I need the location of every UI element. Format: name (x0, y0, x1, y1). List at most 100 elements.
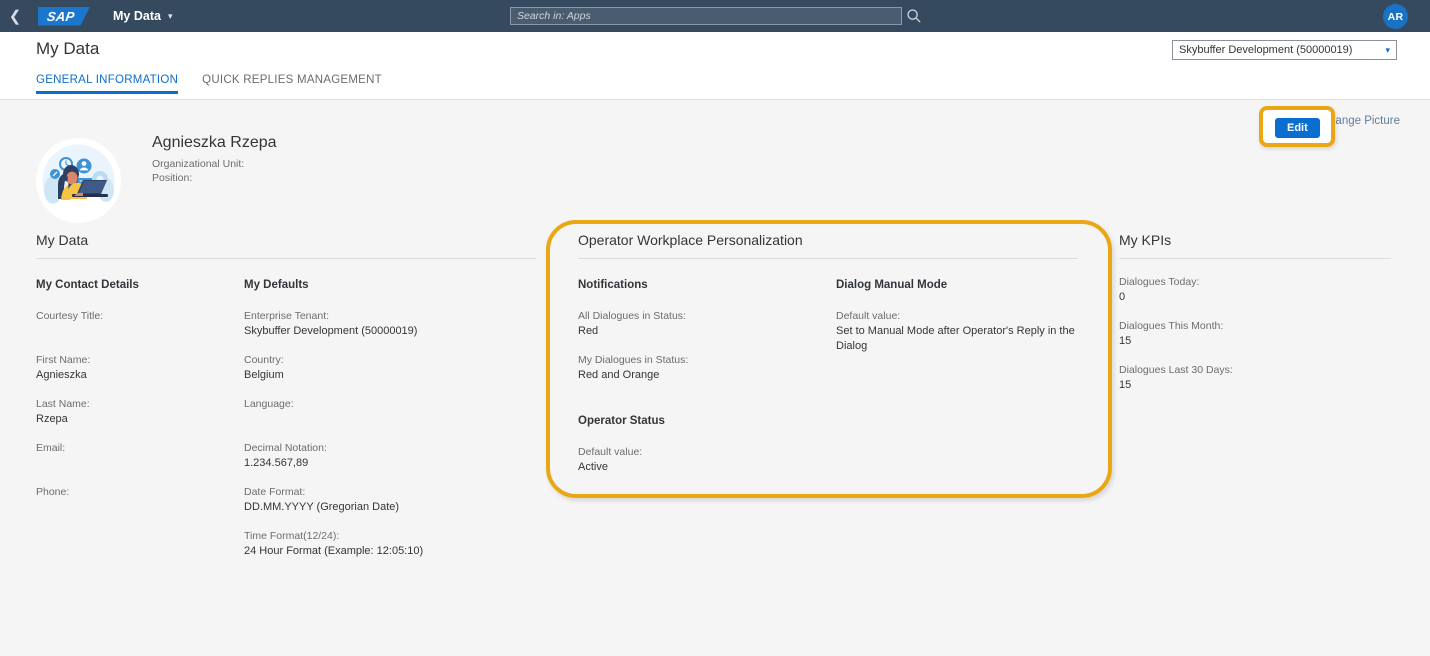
field-email: Email: (36, 441, 244, 471)
my-defaults-column: My Defaults Enterprise Tenant: Skybuffer… (244, 279, 504, 573)
field-all-dialogues-status: All Dialogues in Status: Red (578, 309, 836, 339)
operator-illustration-avatar[interactable] (36, 138, 121, 223)
tab-general-information[interactable]: GENERAL INFORMATION (36, 74, 179, 94)
kpi-label: Dialogues Today: (1119, 276, 1200, 288)
field-decimal-notation: Decimal Notation: 1.234.567,89 (244, 441, 504, 471)
my-kpis-section-title: My KPIs (1119, 232, 1172, 248)
kpi-dialogues-last-30-days: Dialogues Last 30 Days: 15 (1119, 363, 1391, 393)
tab-general-information-label: GENERAL INFORMATION (36, 74, 179, 86)
search-icon[interactable] (906, 8, 922, 24)
field-label: Courtesy Title: (36, 310, 104, 322)
field-value (36, 456, 244, 471)
field-country: Country: Belgium (244, 353, 504, 383)
field-time-format: Time Format(12/24): 24 Hour Format (Exam… (244, 529, 504, 559)
tab-bar: GENERAL INFORMATION QUICK REPLIES MANAGE… (36, 74, 382, 94)
operator-workplace-section: Operator Workplace Personalization Notif… (578, 232, 1078, 489)
chevron-down-icon: ▾ (1385, 44, 1390, 55)
field-label: Phone: (36, 486, 70, 498)
search-input[interactable] (510, 7, 902, 25)
field-label: Enterprise Tenant: (244, 310, 330, 322)
kpi-dialogues-today: Dialogues Today: 0 (1119, 275, 1391, 305)
kpi-label: Dialogues Last 30 Days: (1119, 364, 1233, 376)
profile-name: Agnieszka Rzepa (152, 134, 277, 151)
kpi-label: Dialogues This Month: (1119, 320, 1224, 332)
operator-section-title: Operator Workplace Personalization (578, 232, 803, 248)
field-value: Red and Orange (578, 369, 660, 381)
tab-quick-replies-management[interactable]: QUICK REPLIES MANAGEMENT (202, 74, 382, 94)
field-label: My Dialogues in Status: (578, 354, 689, 366)
field-value (244, 412, 504, 427)
profile-org-unit-label: Organizational Unit: (152, 158, 245, 170)
field-my-dialogues-status: My Dialogues in Status: Red and Orange (578, 353, 836, 383)
kpi-dialogues-this-month: Dialogues This Month: 15 (1119, 319, 1391, 349)
field-value: Active (578, 461, 608, 473)
app-title-menu[interactable]: My Data ▾ (113, 9, 172, 23)
field-phone: Phone: (36, 485, 244, 515)
field-value: 1.234.567,89 (244, 457, 309, 469)
tenant-select[interactable]: Skybuffer Development (50000019) ▾ (1172, 40, 1397, 60)
dialog-manual-mode-heading: Dialog Manual Mode (836, 279, 948, 291)
edit-button-highlight: Edit (1259, 106, 1335, 147)
field-label: All Dialogues in Status: (578, 310, 686, 322)
field-courtesy-title: Courtesy Title: (36, 309, 244, 339)
page-title-bar: My Data Skybuffer Development (50000019)… (0, 32, 1430, 100)
kpi-value: 0 (1119, 291, 1126, 303)
field-label: Decimal Notation: (244, 442, 327, 454)
my-data-section: My Data My Contact Details Courtesy Titl… (36, 232, 536, 573)
field-enterprise-tenant: Enterprise Tenant: Skybuffer Development… (244, 309, 504, 339)
field-value: Red (578, 325, 599, 337)
field-last-name: Last Name: Rzepa (36, 397, 244, 427)
kpi-value: 15 (1119, 335, 1132, 347)
kpi-value: 15 (1119, 379, 1132, 391)
profile-position-label: Position: (152, 172, 193, 184)
field-value: Belgium (244, 369, 284, 381)
page-title: My Data (36, 39, 100, 58)
field-date-format: Date Format: DD.MM.YYYY (Gregorian Date) (244, 485, 504, 515)
field-label: Country: (244, 354, 284, 366)
notifications-column: Notifications All Dialogues in Status: R… (578, 279, 836, 489)
field-label: Email: (36, 442, 66, 454)
field-label: Time Format(12/24): (244, 530, 340, 542)
field-value: Rzepa (36, 413, 68, 425)
my-kpis-section: My KPIs Dialogues Today: 0 Dialogues Thi… (1119, 232, 1391, 407)
my-contact-details-heading: My Contact Details (36, 279, 139, 291)
field-dialog-manual-mode-default: Default value: Set to Manual Mode after … (836, 309, 1078, 354)
field-label: Default value: (836, 310, 901, 322)
tenant-select-value: Skybuffer Development (50000019) (1179, 44, 1353, 56)
sap-logo[interactable]: SAP (38, 6, 90, 26)
my-data-section-title: My Data (36, 232, 89, 248)
field-label: Default value: (578, 446, 643, 458)
field-value: Agnieszka (36, 369, 87, 381)
tab-quick-replies-management-label: QUICK REPLIES MANAGEMENT (202, 74, 382, 86)
operator-status-heading: Operator Status (578, 415, 665, 427)
app-title-label: My Data (113, 9, 161, 23)
field-first-name: First Name: Agnieszka (36, 353, 244, 383)
back-icon[interactable]: ❮ (0, 0, 30, 32)
avatar[interactable]: AR (1383, 4, 1408, 29)
notifications-heading: Notifications (578, 279, 648, 291)
edit-button[interactable]: Edit (1275, 118, 1320, 138)
field-label: Date Format: (244, 486, 306, 498)
tab-bar-divider (0, 99, 1430, 100)
my-contact-details-column: My Contact Details Courtesy Title: First… (36, 279, 244, 573)
avatar-initials: AR (1387, 10, 1404, 23)
chevron-down-icon: ▾ (167, 10, 173, 21)
profile-meta: Organizational Unit: Position: (152, 157, 244, 185)
field-value: DD.MM.YYYY (Gregorian Date) (244, 501, 400, 513)
field-value (36, 500, 244, 515)
sap-logo-text: SAP (46, 8, 76, 24)
dialog-manual-mode-column: Dialog Manual Mode Default value: Set to… (836, 279, 1078, 489)
field-label: Last Name: (36, 398, 90, 410)
field-label: First Name: (36, 354, 91, 366)
field-label: Language: (244, 398, 294, 410)
my-defaults-heading: My Defaults (244, 279, 309, 291)
profile-header: Agnieszka Rzepa Organizational Unit: Pos… (0, 101, 1430, 223)
field-value: 24 Hour Format (Example: 12:05:10) (244, 545, 424, 557)
shell-header: ❮ SAP My Data ▾ AR (0, 0, 1430, 32)
field-operator-status-default: Default value: Active (578, 445, 836, 475)
field-value: Skybuffer Development (50000019) (244, 325, 418, 337)
field-language: Language: (244, 397, 504, 427)
field-value: Set to Manual Mode after Operator's Repl… (836, 325, 1075, 352)
field-value (36, 324, 244, 339)
